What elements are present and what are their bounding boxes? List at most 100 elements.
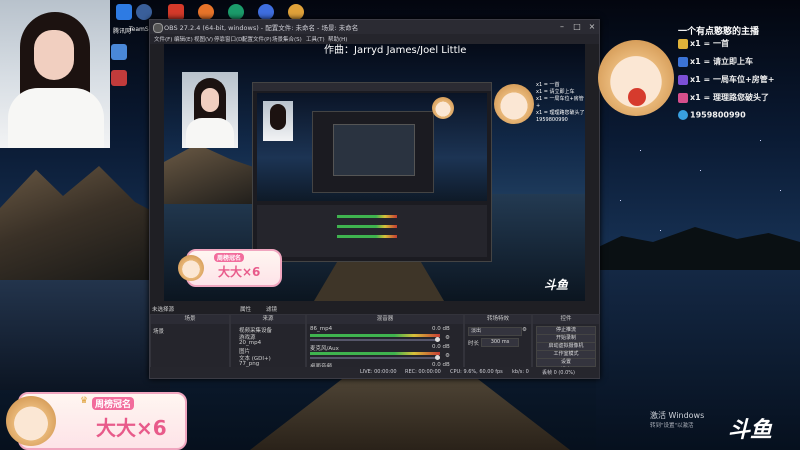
menu-profile[interactable]: 配置文件(P) — [242, 35, 272, 43]
preview-gift-list: x1 = 一首 x1 = 请立即上车 x1 = 一局车位+房管+ x1 = 理理… — [536, 82, 585, 124]
close-button[interactable]: × — [585, 21, 599, 33]
preview-gift-line: x1 = 一局车位+房管+ — [536, 96, 584, 109]
app-icon[interactable] — [168, 4, 184, 20]
gift-text: x1 = 一首 — [690, 39, 729, 48]
preview-douyu-logo: 斗鱼 — [544, 278, 569, 292]
obs-logo-icon — [153, 23, 163, 33]
star — [700, 170, 701, 171]
mixer-volume-slider[interactable] — [310, 339, 440, 341]
wallpaper-pier — [250, 376, 570, 450]
preview-webcam — [182, 72, 238, 148]
properties-button[interactable]: 属性 — [240, 305, 251, 313]
wallpaper-mountain — [590, 227, 800, 275]
preview-ranking-banner: 周榜冠名 大大×6 — [178, 249, 282, 287]
preview-fox-avatar-icon — [494, 84, 534, 124]
nested-webcam — [263, 101, 293, 141]
teamspeak-icon — [136, 4, 152, 20]
menu-help[interactable]: 帮助(H) — [328, 35, 347, 43]
transitions-dock-title: 转场特效 — [465, 315, 531, 324]
star — [660, 230, 661, 231]
mixer-channel-db: 0.0 dB — [432, 344, 450, 350]
mixer-gear-icon[interactable]: ⚙ — [445, 335, 450, 341]
nested-webcam-hair — [270, 104, 286, 130]
nested-meter — [337, 215, 397, 218]
preview-canvas[interactable]: 作曲：Jarryd James/Joel Little x1 = 一首 x1 =… — [164, 44, 585, 301]
star — [640, 150, 641, 151]
star — [760, 140, 761, 141]
gift-item: x1 = 一局车位+房管+ — [678, 74, 774, 86]
preview-gift-line: x1 = 理理路您破头了 — [536, 110, 585, 116]
activate-windows-title: 激活 Windows — [650, 411, 705, 420]
nested-capture-level2 — [312, 111, 434, 193]
nested-docks — [257, 205, 487, 257]
mixer-volume-knob[interactable] — [435, 337, 440, 342]
menu-tools[interactable]: 工具(T) — [306, 35, 325, 43]
nested-obs-capture — [252, 82, 492, 262]
qq-item: 1959800990 — [678, 110, 774, 122]
app-icon[interactable] — [198, 4, 214, 20]
obs-window[interactable]: OBS 27.2.4 (64-bit, windows) - 配置文件: 未命名… — [149, 19, 600, 379]
wallpaper-lake — [0, 280, 170, 390]
minimize-button[interactable]: – — [555, 21, 569, 33]
nested-meter — [337, 235, 397, 238]
qq-icon — [678, 110, 688, 120]
ranking-name: 大大×6 — [96, 416, 167, 440]
transition-select[interactable]: 淡出 — [468, 327, 522, 336]
gift-item: x1 = 一首 — [678, 38, 774, 50]
preview-webcam-face — [201, 88, 219, 112]
sources-dock-title: 来源 — [231, 315, 305, 324]
webcam-face — [34, 30, 74, 80]
webcam-overlay — [0, 0, 110, 148]
duration-input[interactable]: 300 ms — [481, 338, 519, 347]
mixer-gear-icon[interactable]: ⚙ — [445, 353, 450, 359]
status-live: LIVE: 00:00:00 — [360, 369, 397, 375]
mixer-volume-knob[interactable] — [435, 355, 440, 360]
mixer-dock-title: 混音器 — [307, 315, 463, 324]
duration-label: 时长 — [468, 341, 480, 347]
scenes-dock-title: 场景 — [151, 315, 229, 324]
transition-gear-icon[interactable]: ⚙ — [522, 327, 527, 333]
mixer-volume-slider[interactable] — [310, 357, 440, 359]
nested-preview — [257, 93, 487, 201]
filters-button[interactable]: 滤镜 — [266, 305, 277, 313]
menu-file[interactable]: 文件(F) — [154, 35, 172, 43]
status-dropped: 丢帧 0 (0.0%) — [542, 370, 575, 376]
gift-text: x1 = 一局车位+房管+ — [690, 75, 775, 84]
douyu-logo: 斗鱼 — [728, 418, 773, 443]
gift-text: x1 = 理理路您破头了 — [690, 93, 769, 102]
banner-fox-icon — [178, 255, 204, 281]
obs-titlebar[interactable]: OBS 27.2.4 (64-bit, windows) - 配置文件: 未命名… — [150, 20, 599, 34]
menu-docks[interactable]: 停靠窗口(D) — [214, 35, 245, 43]
ranking-name: 大大×6 — [218, 265, 261, 279]
maximize-button[interactable]: □ — [570, 21, 584, 33]
app-icon[interactable] — [111, 44, 127, 60]
mixer-meter — [310, 334, 440, 337]
gift-list: x1 = 一首 x1 = 请立即上车 x1 = 一局车位+房管+ x1 = 理理… — [678, 38, 774, 122]
apple-icon — [628, 88, 646, 106]
mixer-channel-name: 麦克风/Aux — [310, 346, 339, 352]
menu-bar: 文件(F) 编辑(E) 视图(V) 停靠窗口(D) 配置文件(P) 场景集合(S… — [150, 34, 599, 44]
song-caption: 作曲：Jarryd James/Joel Little — [324, 45, 467, 56]
status-kbps: kb/s: 0 — [512, 369, 529, 375]
app-icon[interactable] — [258, 4, 274, 20]
app-icon[interactable] — [111, 70, 127, 86]
gift-icon — [678, 56, 688, 67]
menu-scene-collection[interactable]: 场景集合(S) — [272, 35, 302, 43]
status-cpu: CPU: 9.6%, 60.00 fps — [450, 369, 503, 375]
ranking-title: 周榜冠名 — [214, 253, 245, 262]
activate-windows-subtitle: 转到"设置"以激活 — [650, 423, 694, 429]
gift-icon — [678, 92, 688, 103]
app-icon[interactable] — [288, 4, 304, 20]
scene-item[interactable]: 场景 — [153, 327, 164, 335]
star — [780, 190, 781, 191]
no-source-label: 未选择源 — [152, 307, 175, 313]
source-item[interactable]: 20_mp4 — [239, 340, 261, 346]
ranking-banner: ♛ 周榜冠名 大大×6 — [6, 392, 187, 450]
app-icon[interactable] — [228, 4, 244, 20]
mixer-channel-db: 0.0 dB — [432, 326, 450, 332]
menu-edit[interactable]: 编辑(E) — [174, 35, 193, 43]
fox-avatar-icon — [598, 40, 674, 116]
controls-dock-title: 控件 — [533, 315, 599, 324]
mixer-meter — [310, 352, 440, 355]
menu-view[interactable]: 视图(V) — [194, 35, 213, 43]
